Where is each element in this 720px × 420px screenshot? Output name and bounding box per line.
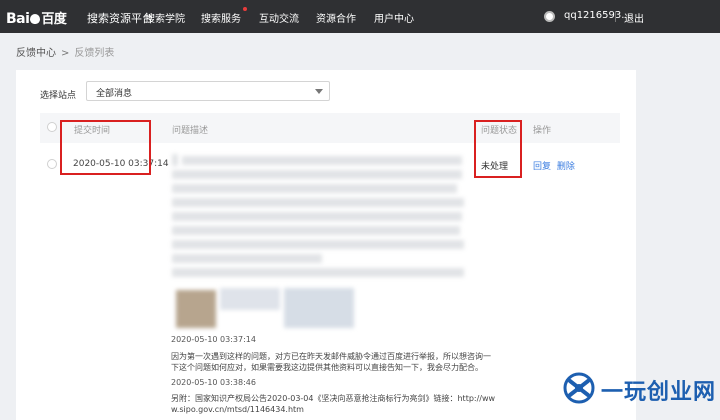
logo-text-b: 百度	[41, 12, 67, 27]
thread-time-2: 2020-05-10 03:38:46	[171, 378, 256, 387]
nav-user-center[interactable]: 用户中心	[374, 10, 414, 25]
breadcrumb-separator: >	[61, 48, 70, 59]
attachment-image-1[interactable]	[176, 290, 216, 328]
chevron-down-icon	[315, 89, 323, 94]
breadcrumb: 反馈中心 > 反馈列表	[16, 44, 114, 59]
logout-link[interactable]: 退出	[624, 10, 644, 25]
logo-text-a: Bai	[6, 11, 30, 27]
nav-interaction[interactable]: 互动交流	[259, 10, 299, 25]
avatar[interactable]	[544, 11, 555, 22]
status-highlight-box	[474, 120, 522, 178]
delete-link[interactable]: 删除	[557, 162, 575, 172]
thread-message-2-line-1: 另附：国家知识产权局公告2020-03-04《坚决向恶意抢注商标行为亮剑》链接：…	[171, 394, 496, 403]
row-actions: 回复 删除	[533, 159, 575, 172]
attachment-image-3[interactable]	[284, 288, 354, 328]
nav-search-service[interactable]: 搜索服务	[201, 7, 247, 25]
row-checkbox[interactable]	[47, 159, 57, 169]
reply-link[interactable]: 回复	[533, 162, 551, 172]
breadcrumb-current: 反馈列表	[74, 48, 115, 59]
site-select-value: 全部消息	[96, 89, 133, 99]
time-highlight-box	[60, 120, 151, 175]
nav-divider	[615, 11, 616, 22]
site-filter-label: 选择站点	[40, 91, 77, 101]
feedback-card: 选择站点 全部消息 提交时间 问题描述 问题状态 操作 2020-05-10 0…	[16, 70, 636, 420]
thread-message-2-line-2: w.sipo.gov.cn/mtsd/1146434.htm	[171, 405, 304, 414]
breadcrumb-parent[interactable]: 反馈中心	[16, 48, 56, 59]
baidu-logo[interactable]: Bai 百度	[6, 8, 67, 27]
top-nav-bar: Bai 百度 搜索资源平台 搜索学院 搜索服务 互动交流 资源合作 用户中心 qq…	[0, 0, 720, 33]
site-select[interactable]: 全部消息	[86, 81, 330, 101]
thread-message-1-line-1: 因为第一次遇到这样的问题，对方已在昨天发邮件威胁令通过百度进行举报，所以想咨询一	[171, 352, 491, 361]
username[interactable]: qq1216593...	[564, 10, 631, 21]
attachment-image-2[interactable]	[220, 288, 280, 310]
platform-title[interactable]: 搜索资源平台	[87, 10, 153, 26]
header-description: 问题描述	[172, 126, 209, 136]
thread-time-1: 2020-05-10 03:37:14	[171, 335, 256, 344]
thread-message-1-line-2: 下这个问题如何应对，如果需要我这边提供其他资料可以直接告知一下，我会尽力配合。	[171, 363, 483, 372]
nav-search-academy[interactable]: 搜索学院	[145, 10, 185, 25]
header-action: 操作	[533, 126, 552, 136]
watermark-logo-icon	[563, 372, 595, 404]
paw-icon	[30, 14, 41, 24]
nav-resource-cooperation[interactable]: 资源合作	[316, 10, 356, 25]
watermark-text: 一玩创业网	[601, 379, 717, 405]
select-all-checkbox[interactable]	[47, 122, 57, 132]
